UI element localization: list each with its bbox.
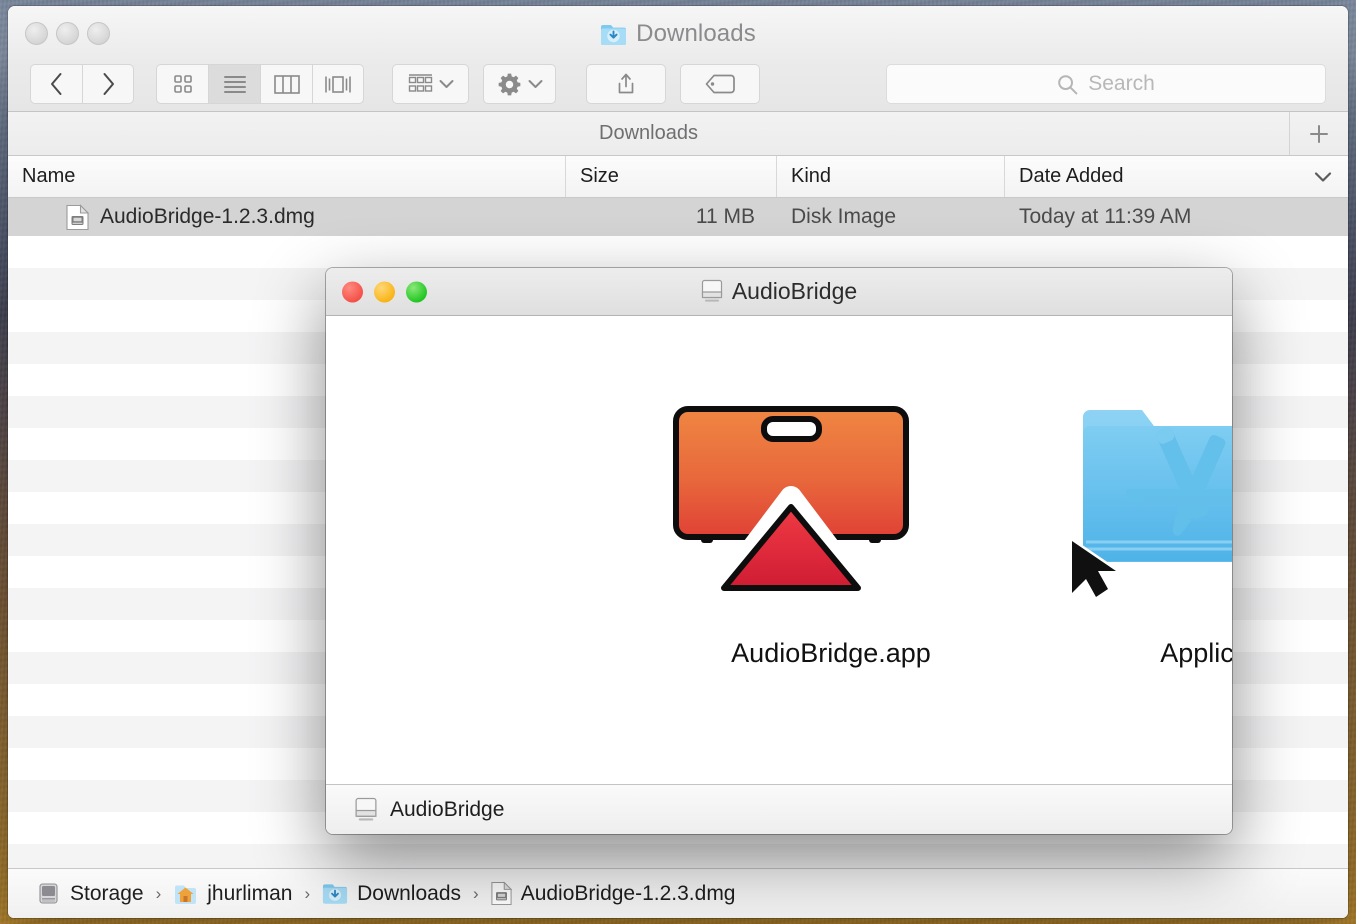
- column-header-kind-label: Kind: [791, 165, 831, 188]
- breadcrumb: Storage › jhurliman ›: [8, 868, 1348, 918]
- icon-view-button[interactable]: [156, 64, 208, 104]
- back-button[interactable]: [30, 64, 82, 104]
- dmg-volume-window: AudioBridge: [326, 268, 1232, 834]
- dmg-item-label: Applications: [1068, 638, 1232, 669]
- applications-folder-alias-icon: [1068, 401, 1232, 616]
- window-title: Downloads: [8, 20, 1348, 48]
- finder-titlebar: Downloads: [8, 6, 1348, 112]
- search-icon: [1057, 74, 1078, 95]
- home-folder-icon: [173, 882, 198, 906]
- hard-drive-icon: [36, 881, 61, 906]
- breadcrumb-item-downloads[interactable]: Downloads: [322, 882, 461, 906]
- volume-drive-icon: [701, 279, 723, 304]
- file-date-added-cell: Today at 11:39 AM: [1005, 205, 1348, 229]
- share-button[interactable]: [586, 64, 666, 104]
- chevron-down-icon: [1314, 171, 1332, 182]
- tag-button[interactable]: [680, 64, 760, 104]
- list-view-button[interactable]: [208, 64, 260, 104]
- breadcrumb-label: jhurliman: [207, 882, 292, 906]
- downloads-folder-icon: [600, 23, 627, 46]
- search-field[interactable]: Search: [886, 64, 1326, 104]
- downloads-folder-icon: [322, 882, 348, 905]
- close-button[interactable]: [342, 281, 363, 302]
- breadcrumb-separator: ›: [156, 884, 162, 904]
- column-header-date-added[interactable]: Date Added: [1005, 156, 1348, 197]
- breadcrumb-item-storage[interactable]: Storage: [36, 881, 144, 906]
- file-size-cell: 11 MB: [566, 205, 777, 229]
- breadcrumb-label: Downloads: [357, 882, 461, 906]
- dmg-titlebar: AudioBridge: [326, 268, 1232, 316]
- column-view-button[interactable]: [260, 64, 312, 104]
- dmg-content-area: AudioBridge.app: [326, 316, 1232, 784]
- dmg-document-icon: [66, 204, 89, 231]
- column-header-name-label: Name: [22, 165, 75, 188]
- file-name-label: AudioBridge-1.2.3.dmg: [100, 205, 315, 229]
- breadcrumb-separator: ›: [304, 884, 310, 904]
- gear-icon: [497, 72, 522, 97]
- volume-drive-icon: [354, 797, 378, 823]
- chevron-down-icon: [528, 79, 543, 89]
- share-icon: [616, 72, 636, 96]
- file-name-cell: AudioBridge-1.2.3.dmg: [8, 204, 566, 231]
- finder-toolbar: Search: [8, 62, 1348, 106]
- column-header-date-added-label: Date Added: [1019, 165, 1124, 188]
- tab-downloads[interactable]: Downloads: [8, 112, 1290, 155]
- action-menu-button[interactable]: [483, 64, 556, 104]
- minimize-button[interactable]: [374, 281, 395, 302]
- chevron-down-icon: [439, 79, 454, 89]
- column-headers: Name Size Kind Date Added: [8, 156, 1348, 198]
- coverflow-view-button[interactable]: [312, 64, 364, 104]
- zoom-button[interactable]: [406, 281, 427, 302]
- breadcrumb-label: Storage: [70, 882, 144, 906]
- tag-icon: [705, 74, 735, 94]
- dmg-status-bar: AudioBridge: [326, 784, 1232, 834]
- column-header-kind[interactable]: Kind: [777, 156, 1005, 197]
- dmg-item-applications[interactable]: Applications: [1068, 401, 1232, 669]
- breadcrumb-item-jhurliman[interactable]: jhurliman: [173, 882, 292, 906]
- view-mode-segmented-control: [156, 64, 364, 104]
- window-title-label: Downloads: [636, 20, 756, 48]
- tab-bar: Downloads: [8, 112, 1348, 156]
- search-input[interactable]: Search: [1088, 72, 1155, 96]
- arrange-grid-icon: [408, 74, 433, 94]
- tab-label: Downloads: [599, 122, 698, 145]
- forward-button[interactable]: [82, 64, 134, 104]
- breadcrumb-separator: ›: [473, 884, 479, 904]
- table-row[interactable]: AudioBridge-1.2.3.dmg 11 MB Disk Image T…: [8, 198, 1348, 236]
- breadcrumb-item-dmg[interactable]: AudioBridge-1.2.3.dmg: [491, 881, 736, 906]
- column-header-size[interactable]: Size: [566, 156, 777, 197]
- column-header-size-label: Size: [580, 165, 619, 188]
- new-tab-button[interactable]: [1290, 112, 1348, 155]
- breadcrumb-label: AudioBridge-1.2.3.dmg: [521, 882, 736, 906]
- navigation-buttons: [30, 64, 134, 104]
- dmg-status-label: AudioBridge: [390, 798, 504, 822]
- dmg-traffic-lights: [342, 281, 427, 302]
- dmg-document-icon: [491, 881, 512, 906]
- file-kind-cell: Disk Image: [777, 205, 1005, 229]
- dmg-item-label: AudioBridge.app: [666, 638, 996, 669]
- dmg-item-audiobridge-app[interactable]: AudioBridge.app: [666, 401, 996, 669]
- audiobridge-app-icon: [666, 401, 996, 616]
- dmg-window-title: AudioBridge: [732, 278, 857, 305]
- column-header-name[interactable]: Name: [8, 156, 566, 197]
- arrange-button[interactable]: [392, 64, 469, 104]
